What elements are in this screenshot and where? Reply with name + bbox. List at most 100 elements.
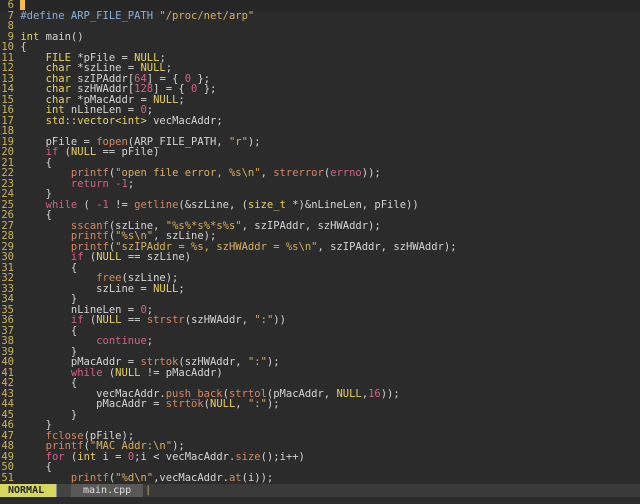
line-number: 36 bbox=[1, 314, 14, 326]
command-line[interactable] bbox=[0, 497, 640, 504]
code-token: getline bbox=[134, 198, 179, 211]
line-code: std::vector<int> vecMacAddr; bbox=[14, 115, 223, 127]
code-token: NULL bbox=[210, 398, 236, 410]
code-token: NULL bbox=[153, 282, 179, 295]
line-number: 46 bbox=[1, 419, 14, 431]
code-line[interactable]: 23 return -1; bbox=[0, 177, 640, 190]
line-number: 50 bbox=[1, 461, 14, 473]
code-token: NULL bbox=[96, 251, 122, 263]
code-token: ); bbox=[266, 398, 280, 410]
code-token: main() bbox=[39, 30, 84, 43]
code-line[interactable]: 20 if (NULL == pFile) bbox=[0, 147, 640, 158]
code-token: std::vector<int> bbox=[45, 114, 147, 127]
code-line[interactable]: 17 std::vector<int> vecMacAddr; bbox=[0, 115, 640, 127]
line-number: 51 bbox=[1, 471, 14, 484]
code-token: ":" bbox=[247, 356, 267, 368]
code-token: (&szLine, ( bbox=[178, 198, 248, 211]
code-line[interactable]: 49 for (int i = 0;i < vecMacAddr.size();… bbox=[0, 451, 640, 463]
code-token: NULL bbox=[153, 93, 179, 106]
line-number: 34 bbox=[1, 293, 14, 305]
code-token: "open file error, %s\n" bbox=[115, 167, 261, 179]
code-token: ,vecMacAddr. bbox=[153, 471, 229, 484]
code-token: size bbox=[235, 450, 261, 463]
code-line[interactable]: 25 while ( -1 != getline(&szLine, (size_… bbox=[0, 199, 640, 211]
code-token: ( bbox=[83, 314, 97, 326]
code-line[interactable]: 30 if (NULL == szLine) bbox=[0, 252, 640, 263]
code-token: == bbox=[121, 314, 147, 326]
status-divider: | bbox=[145, 485, 152, 496]
code-token: )); bbox=[380, 387, 400, 400]
code-token: == szLine) bbox=[121, 251, 192, 263]
line-number: 6 bbox=[7, 0, 14, 11]
code-line[interactable]: 9 int main() bbox=[0, 30, 640, 43]
code-token: continue bbox=[96, 335, 147, 347]
line-number: 30 bbox=[1, 251, 14, 263]
code-line[interactable]: 8 bbox=[0, 21, 640, 32]
line-number: 42 bbox=[1, 377, 14, 389]
code-line[interactable]: 7 #define ARP_FILE_PATH "/proc/net/arp" bbox=[0, 10, 640, 22]
line-number: 22 bbox=[1, 167, 14, 179]
code-token: , bbox=[260, 167, 274, 179]
code-line[interactable]: 33 szLine = NULL; bbox=[0, 282, 640, 295]
line-number: 18 bbox=[1, 125, 14, 137]
line-number: 20 bbox=[1, 146, 14, 158]
code-token: NULL bbox=[336, 387, 362, 400]
line-number: 40 bbox=[1, 356, 14, 368]
code-token: strerror bbox=[273, 167, 324, 179]
code-token: ( bbox=[77, 198, 97, 211]
line-number: 44 bbox=[1, 398, 14, 410]
code-token: ); bbox=[247, 135, 261, 148]
text-cursor bbox=[20, 0, 26, 10]
code-token: ( bbox=[58, 146, 71, 158]
code-line[interactable]: 45 } bbox=[0, 409, 640, 421]
code-token: != pMacAddr) bbox=[140, 366, 223, 379]
code-token: ();i++) bbox=[260, 450, 305, 463]
line-number: 26 bbox=[1, 209, 14, 221]
code-token: ( bbox=[64, 450, 78, 463]
line-number: 16 bbox=[1, 104, 14, 116]
line-number: 28 bbox=[1, 230, 14, 242]
code-line[interactable]: 38 continue; bbox=[0, 336, 640, 347]
line-number: 48 bbox=[1, 440, 14, 452]
code-line[interactable]: 44 pMacAddr = strtok(NULL, ":"); bbox=[0, 399, 640, 410]
code-token: #define ARP_FILE_PATH bbox=[20, 9, 160, 22]
line-code: #define ARP_FILE_PATH "/proc/net/arp" bbox=[14, 10, 254, 22]
line-number: 12 bbox=[1, 62, 14, 74]
code-token: -1 bbox=[96, 198, 109, 211]
code-token: ; bbox=[178, 282, 185, 295]
code-token: ; bbox=[146, 335, 154, 347]
code-line[interactable]: 41 while (NULL != pMacAddr) bbox=[0, 366, 640, 379]
code-line[interactable]: 36 if (NULL == strstr(szHWAddr, ":")) bbox=[0, 315, 640, 326]
code-token: NULL bbox=[96, 314, 122, 326]
code-line[interactable]: 51 printf("%d\n",vecMacAddr.at(i)); bbox=[0, 471, 640, 484]
code-token: ":" bbox=[247, 398, 267, 410]
status-separator bbox=[56, 484, 71, 497]
line-number: 38 bbox=[1, 335, 14, 347]
code-token: "%d\n" bbox=[115, 471, 154, 484]
line-number: 24 bbox=[1, 188, 14, 200]
code-token: i = bbox=[96, 450, 128, 463]
line-number: 32 bbox=[1, 272, 14, 284]
code-token: , bbox=[235, 398, 248, 410]
code-token: strtok bbox=[165, 398, 204, 410]
code-token: (i)); bbox=[241, 471, 274, 484]
code-token: *)&nLineLen, pFile)) bbox=[285, 198, 419, 211]
code-token: ); bbox=[266, 356, 280, 368]
line-code: while ( -1 != getline(&szLine, (size_t *… bbox=[14, 199, 419, 211]
line-number: 10 bbox=[1, 41, 14, 53]
code-token: strstr bbox=[146, 314, 185, 326]
file-name[interactable]: main.cpp bbox=[71, 484, 144, 497]
code-token: != bbox=[108, 198, 135, 211]
code-token: "r" bbox=[228, 135, 248, 148]
code-editor[interactable]: 6 7 #define ARP_FILE_PATH "/proc/net/arp… bbox=[0, 0, 640, 484]
mode-indicator: NORMAL bbox=[0, 484, 56, 497]
code-token: ;i < vecMacAddr. bbox=[134, 450, 236, 463]
line-code: for (int i = 0;i < vecMacAddr.size();i++… bbox=[14, 451, 305, 463]
line-number: 14 bbox=[1, 83, 14, 95]
code-token: (szHWAddr, bbox=[184, 314, 255, 326]
code-token: ( bbox=[102, 366, 116, 379]
code-token: )); bbox=[361, 167, 381, 179]
code-token: -1 bbox=[115, 177, 128, 190]
code-token: ( bbox=[83, 251, 97, 263]
